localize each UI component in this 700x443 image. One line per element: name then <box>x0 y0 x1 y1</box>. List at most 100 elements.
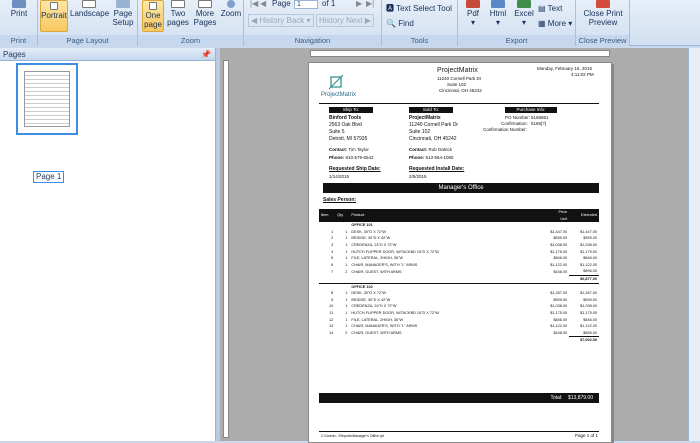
zoom-button[interactable]: Zoom <box>220 0 242 18</box>
cell-unit <box>539 275 569 283</box>
text-export-button[interactable]: ▤ Text <box>538 3 562 14</box>
requested-ship-date-value: 1/14/2015 <box>329 174 350 179</box>
ship-address-1: 2563 Oak Blvd <box>329 122 362 128</box>
col-extended-header: Extended <box>580 213 597 218</box>
close-icon <box>596 0 610 8</box>
next-page-icon[interactable]: ▶ <box>356 0 362 9</box>
table-header-row: Item Qty Product Price Unit Extended <box>319 209 599 223</box>
items-table: Item Qty Product Price Unit Extended OFFI… <box>319 209 599 344</box>
cell-ext: $1,038.00 <box>580 242 597 247</box>
cell-qty <box>335 284 349 291</box>
cell-qty: 1 <box>345 297 348 302</box>
col-unit-header: Price Unit <box>539 209 569 222</box>
horizontal-ruler <box>310 50 610 57</box>
more-icon: ▦ <box>538 19 546 28</box>
vertical-scrollbar[interactable] <box>688 48 700 441</box>
total-value: $13,879.00 <box>567 395 593 401</box>
html-icon <box>491 0 505 8</box>
zoom-group: One page Two pages More Pages Zoom Zoom <box>138 0 244 46</box>
html-export-button[interactable]: Html ▾ <box>486 0 510 27</box>
print-group: Print Print <box>0 0 38 46</box>
text-select-label: Text Select Tool <box>396 4 452 13</box>
cell-item <box>319 275 335 283</box>
close-print-preview-button[interactable]: Close Print Preview <box>578 0 628 27</box>
company-address-2: Suite 102 <box>447 82 467 87</box>
sold-address-1: 11240 Cornell Park Dr <box>409 122 459 128</box>
cell-item: 12 <box>329 317 334 322</box>
history-next-button[interactable]: History Next ▶ <box>316 14 374 27</box>
cell-ext: $846.00 <box>583 256 597 261</box>
cell-ext: $1,175.00 <box>580 249 597 254</box>
table-row: 2 1 BRIDGE, 30"D X 42"W $599.00 $599.00 <box>319 235 599 242</box>
sold-address-2: Suite 102 <box>409 129 431 135</box>
cell-qty <box>335 275 349 283</box>
history-back-button[interactable]: ◀ History Back ▾ <box>248 14 314 27</box>
cell-product: CREDENZA, 24"D X 72"W <box>351 242 397 247</box>
cell-unit: $1,175.00 <box>550 249 568 254</box>
group-label-export: Export <box>458 35 575 46</box>
purchase-info-header: Purchase Info: <box>505 107 557 113</box>
portrait-button[interactable]: Portrait <box>40 0 68 32</box>
group-label-zoom: Zoom <box>138 35 243 46</box>
table-row: 8 1 DESK, 30"D X 72"W $1,267.00 $1,267.00 <box>319 290 599 297</box>
table-row: 10 1 CREDENZA, 24"D X 72"W $1,038.00 $1,038.… <box>319 303 599 310</box>
page-number-input[interactable]: 1 <box>294 0 318 9</box>
cell-qty: 1 <box>345 324 348 329</box>
confirmation-number-label: Confirmation Number: <box>483 127 528 132</box>
requested-install-date-value: 2/5/2015 <box>409 174 427 179</box>
more-export-button[interactable]: ▦ More ▾ <box>538 18 572 29</box>
cell-item: 5 <box>331 256 334 261</box>
cell-item: 4 <box>331 249 334 254</box>
cell-product <box>349 275 539 283</box>
cell-unit: $1,122.00 <box>550 262 568 267</box>
export-group: Pdf ▾ Html ▾ Excel ▾ ▤ Text ▦ More ▾ Export <box>458 0 576 46</box>
more-pages-label-2: Pages <box>193 18 217 27</box>
cell-ext: $1,122.00 <box>580 262 597 267</box>
footer-page-number: Page 1 of 1 <box>575 433 599 438</box>
text-select-tool-button[interactable]: 🅰 Text Select Tool <box>386 3 452 14</box>
landscape-label: Landscape <box>70 9 110 18</box>
more-pages-button[interactable]: More Pages <box>192 0 218 27</box>
last-page-icon[interactable]: ▶| <box>366 0 374 9</box>
cell-unit: $448.00 <box>553 330 568 335</box>
pin-icon[interactable]: 📌 <box>201 48 211 61</box>
company-address-1: 11240 Cornell Park Dr <box>437 76 482 81</box>
items-table-body: Item Qty Product Price Unit Extended OFFI… <box>319 209 599 344</box>
pdf-export-button[interactable]: Pdf ▾ <box>462 0 484 27</box>
sold-contact-value: Rob Datrick <box>428 147 453 152</box>
first-page-icon[interactable]: |◀ <box>250 0 258 9</box>
sales-person-label: Sales Person: <box>323 197 357 203</box>
two-pages-label-2: pages <box>167 18 189 27</box>
two-pages-button[interactable]: Two pages <box>166 0 190 27</box>
page-setup-label-2: Setup <box>112 18 134 27</box>
logo-text: ProjectMatrix <box>321 92 357 98</box>
excel-export-button[interactable]: Excel ▾ <box>512 0 536 27</box>
page-thumbnail-label[interactable]: Page 1 <box>33 171 65 183</box>
magnifier-icon <box>227 0 235 8</box>
tools-group: 🅰 Text Select Tool 🔍 Find Tools <box>382 0 458 46</box>
sold-address-3: Cincinnati, OH 45242 <box>409 136 457 142</box>
subtotal: $6,877.00 <box>569 274 599 284</box>
page-thumbnail[interactable] <box>16 63 78 135</box>
landscape-button[interactable]: Landscape <box>70 0 110 18</box>
print-button[interactable]: Print <box>4 0 34 18</box>
cell-ext: $599.00 <box>583 297 597 302</box>
pdf-icon <box>466 0 480 8</box>
sold-phone: Phone: 513-554-1065 <box>409 155 454 160</box>
cell-item: 7 <box>331 269 334 274</box>
requested-ship-date-label: Requested Ship Date: <box>329 166 381 172</box>
subtotal: $7,002.00 <box>569 336 599 344</box>
cell-item: 14 <box>329 330 334 335</box>
cell-unit <box>539 284 569 291</box>
prev-page-icon[interactable]: ◀ <box>260 0 266 9</box>
one-page-button[interactable]: One page <box>142 0 164 32</box>
cell-qty: 1 <box>345 249 348 254</box>
ribbon: Print Print Portrait Landscape Page Setup… <box>0 0 700 46</box>
find-button[interactable]: 🔍 Find <box>386 18 414 29</box>
cell-qty <box>335 222 349 229</box>
col-unit-label: Unit <box>560 216 568 221</box>
close-label-2: Preview <box>588 18 618 27</box>
print-label: Print <box>10 9 28 18</box>
page-setup-button[interactable]: Page Setup <box>110 0 136 27</box>
cell-unit: $1,447.00 <box>550 229 568 234</box>
